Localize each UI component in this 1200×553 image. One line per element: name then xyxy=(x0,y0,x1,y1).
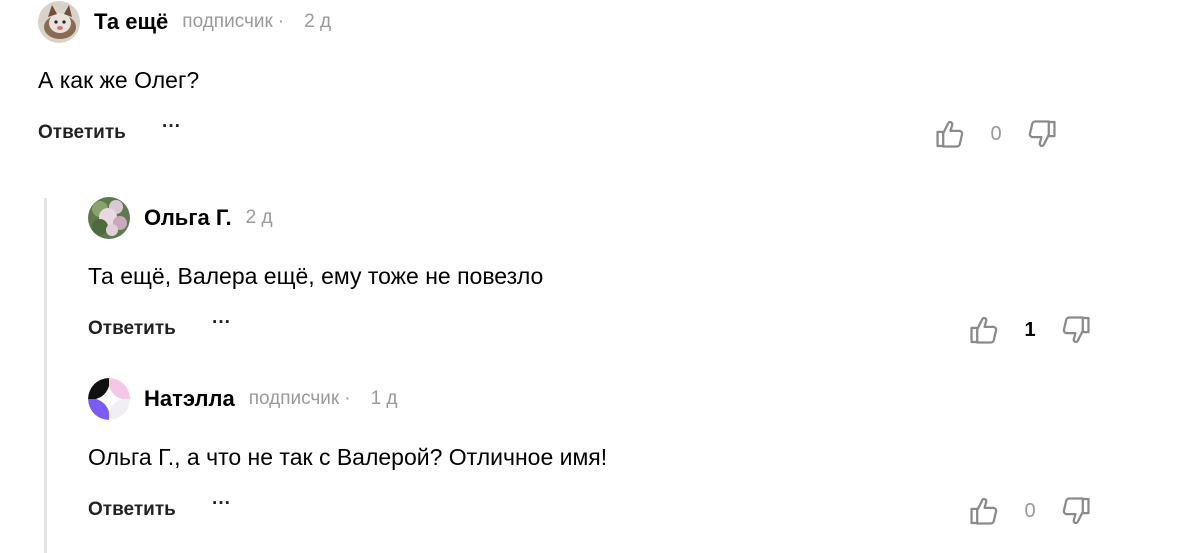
thumb-down-icon[interactable] xyxy=(1024,117,1058,151)
comment-text: Та ещё, Валера ещё, ему тоже не повезло xyxy=(88,263,544,289)
reply-button[interactable]: Ответить xyxy=(88,318,176,340)
vote-controls: 1 xyxy=(968,310,1092,350)
comment-header: Та ещё подписчик · 2 д xyxy=(38,0,1068,44)
thumb-up-icon[interactable] xyxy=(968,494,1002,528)
like-count: 1 xyxy=(1024,318,1036,341)
comment-actions: Ответить ··· 0 xyxy=(88,491,1108,531)
subscriber-badge: подписчик xyxy=(182,11,273,32)
more-options-button[interactable]: ··· xyxy=(212,312,231,334)
like-count: 0 xyxy=(1024,499,1036,522)
comment-text: А как же Олег? xyxy=(38,67,200,93)
comment-text: Ольга Г., а что не так с Валерой? Отличн… xyxy=(88,444,608,470)
thumb-down-icon[interactable] xyxy=(1058,494,1092,528)
author-name[interactable]: Ольга Г. xyxy=(144,205,232,231)
vote-controls: 0 xyxy=(934,114,1058,154)
thumb-down-icon[interactable] xyxy=(1058,313,1092,347)
subscriber-badge: подписчик xyxy=(248,388,340,409)
reply-button[interactable]: Ответить xyxy=(38,122,126,144)
avatar[interactable] xyxy=(88,378,130,420)
comment-actions: Ответить ··· 0 xyxy=(38,114,1068,154)
timestamp: 2 д xyxy=(245,207,273,228)
author-name[interactable]: Та ещё xyxy=(94,9,168,35)
more-options-button[interactable]: ··· xyxy=(212,493,231,515)
separator-dot: · xyxy=(344,388,351,409)
thumb-up-icon[interactable] xyxy=(968,313,1002,347)
comment-reply: Ольга Г. 2 д Та ещё, Валера ещё, ему тож… xyxy=(88,196,1108,350)
thumb-up-icon[interactable] xyxy=(934,117,968,151)
timestamp: 2 д xyxy=(304,11,332,32)
comment-actions: Ответить ··· 1 xyxy=(88,310,1108,350)
comment: Та ещё подписчик · 2 д А как же Олег? От… xyxy=(38,0,1068,154)
comment-header: Натэлла подписчик · 1 д xyxy=(88,377,1108,421)
avatar[interactable] xyxy=(38,1,80,43)
comment-reply: Натэлла подписчик · 1 д Ольга Г., а что … xyxy=(88,377,1108,531)
comment-header: Ольга Г. 2 д xyxy=(88,196,1108,240)
timestamp: 1 д xyxy=(370,388,398,409)
vote-controls: 0 xyxy=(968,491,1092,531)
more-options-button[interactable]: ··· xyxy=(162,116,181,138)
separator-dot: · xyxy=(277,11,285,32)
reply-button[interactable]: Ответить xyxy=(88,499,176,521)
author-name[interactable]: Натэлла xyxy=(144,386,235,412)
like-count: 0 xyxy=(990,122,1002,145)
avatar[interactable] xyxy=(88,197,130,239)
thread-line xyxy=(44,198,47,553)
